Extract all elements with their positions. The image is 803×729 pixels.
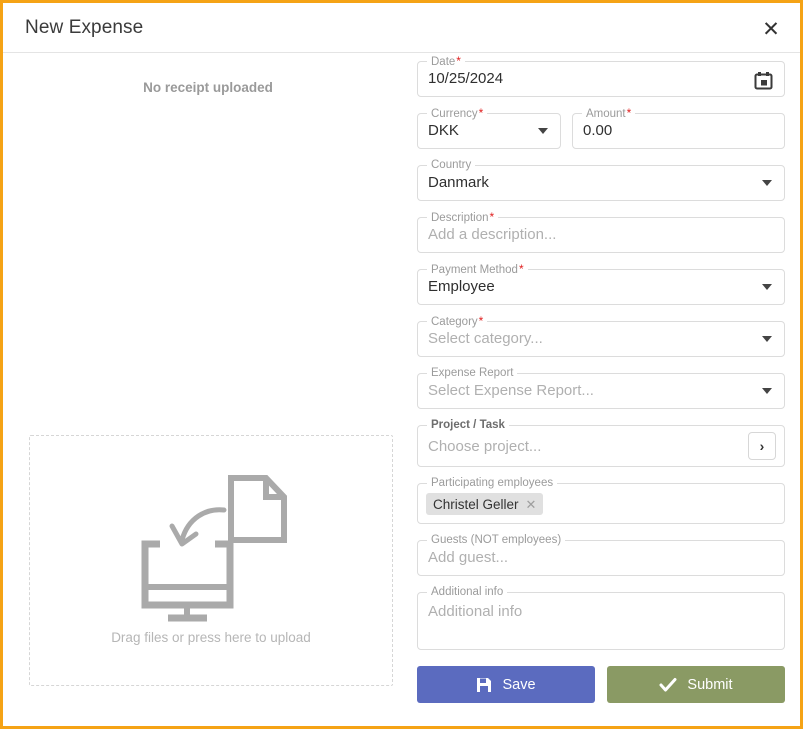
expense-form: Date* 10/25/2024 Currency* DKK Amount* 0 [417, 55, 785, 703]
additional-info-label: Additional info [427, 586, 508, 599]
submit-button[interactable]: Submit [607, 666, 785, 703]
country-label: Country [427, 159, 476, 172]
category-field[interactable]: Category* Select category... [417, 315, 785, 357]
remove-chip-icon[interactable]: ✕ [526, 498, 537, 511]
close-icon[interactable]: ✕ [756, 14, 786, 44]
date-field[interactable]: Date* 10/25/2024 [417, 55, 785, 97]
expense-report-placeholder: Select Expense Report... [428, 382, 594, 399]
currency-value: DKK [428, 122, 459, 139]
chevron-down-icon[interactable] [762, 388, 772, 394]
new-expense-dialog: New Expense ✕ No receipt uploaded Drag f… [0, 0, 803, 729]
form-actions: Save Submit [417, 666, 785, 703]
participating-employees-field[interactable]: Participating employees Christel Geller … [417, 477, 785, 524]
guests-label: Guests (NOT employees) [427, 534, 566, 547]
submit-button-label: Submit [687, 676, 733, 693]
amount-label: Amount* [582, 107, 636, 121]
calendar-icon[interactable] [754, 71, 773, 95]
guests-placeholder: Add guest... [428, 549, 509, 566]
save-button-label: Save [502, 676, 536, 693]
date-value: 10/25/2024 [428, 70, 504, 87]
guests-field[interactable]: Guests (NOT employees) Add guest... [417, 534, 785, 576]
date-label: Date* [427, 55, 465, 69]
currency-field[interactable]: Currency* DKK [417, 107, 561, 149]
description-placeholder: Add a description... [428, 226, 557, 243]
receipt-status-text: No receipt uploaded [143, 80, 273, 95]
country-value: Danmark [428, 174, 489, 191]
category-placeholder: Select category... [428, 330, 543, 347]
chevron-down-icon[interactable] [538, 128, 548, 134]
dialog-titlebar: New Expense ✕ [3, 3, 800, 53]
participating-employees-label: Participating employees [427, 477, 558, 490]
project-task-placeholder: Choose project... [428, 438, 542, 455]
project-task-field[interactable]: Project / Task Choose project... › [417, 419, 785, 467]
expense-report-label: Expense Report [427, 367, 518, 380]
project-task-label: Project / Task [427, 419, 509, 432]
category-label: Category* [427, 315, 488, 329]
page-title: New Expense [25, 17, 144, 38]
save-button[interactable]: Save [417, 666, 595, 703]
chevron-right-icon[interactable]: › [748, 432, 776, 460]
receipt-pane: No receipt uploaded Drag files or press … [3, 54, 413, 726]
expense-report-field[interactable]: Expense Report Select Expense Report... [417, 367, 785, 409]
upload-monitor-document-icon [126, 470, 296, 640]
country-field[interactable]: Country Danmark [417, 159, 785, 201]
chevron-down-icon[interactable] [762, 284, 772, 290]
amount-field[interactable]: Amount* 0.00 [572, 107, 785, 149]
dropzone-label: Drag files or press here to upload [111, 630, 311, 645]
receipt-dropzone[interactable]: Drag files or press here to upload [29, 435, 393, 686]
payment-method-field[interactable]: Payment Method* Employee [417, 263, 785, 305]
currency-label: Currency* [427, 107, 488, 121]
save-floppy-icon [476, 677, 492, 693]
payment-method-label: Payment Method* [427, 263, 528, 277]
additional-info-field[interactable]: Additional info Additional info [417, 586, 785, 650]
employee-chip: Christel Geller ✕ [426, 493, 544, 515]
chevron-down-icon[interactable] [762, 336, 772, 342]
description-field[interactable]: Description* Add a description... [417, 211, 785, 253]
chevron-down-icon[interactable] [762, 180, 772, 186]
amount-value: 0.00 [583, 122, 613, 139]
description-label: Description* [427, 211, 499, 225]
additional-info-placeholder: Additional info [428, 603, 523, 620]
employee-chip-name: Christel Geller [433, 496, 519, 512]
currency-amount-row: Currency* DKK Amount* 0.00 [417, 107, 785, 165]
check-icon [659, 677, 677, 693]
payment-method-value: Employee [428, 278, 495, 295]
